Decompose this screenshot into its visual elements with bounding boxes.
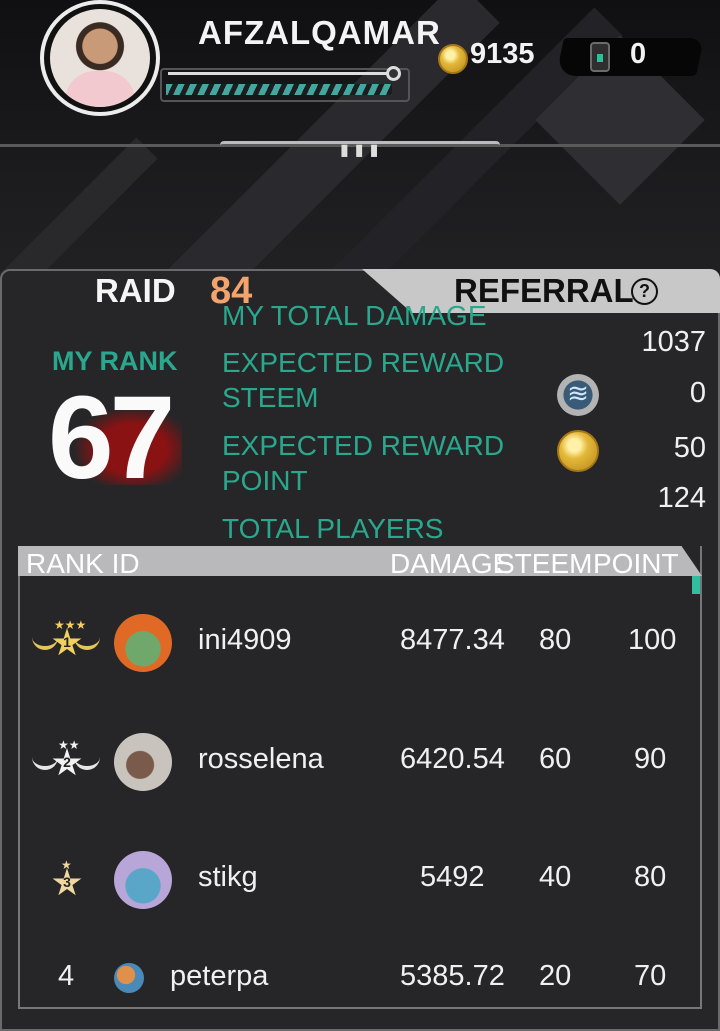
player-id: ini4909 — [198, 624, 292, 656]
coin-count: 9135 — [470, 38, 535, 70]
player-damage: 5385.72 — [400, 960, 505, 992]
player-point: 90 — [634, 743, 667, 775]
player-damage: 5492 — [420, 861, 485, 893]
ticket-icon — [590, 42, 610, 72]
avatar[interactable] — [50, 9, 150, 107]
player-point: 70 — [634, 960, 667, 992]
coin-icon — [438, 44, 468, 74]
total-players-value: 124 — [657, 482, 706, 514]
tab-raid[interactable]: RAID — [95, 272, 176, 310]
player-steem: 40 — [539, 861, 572, 893]
xp-knob — [386, 66, 401, 81]
header-point: POINT — [593, 548, 679, 579]
player-avatar — [114, 963, 144, 993]
point-coin-icon — [557, 430, 599, 472]
player-id: peterpa — [170, 960, 269, 992]
player-avatar — [114, 851, 172, 909]
player-username: AFZALQAMAR — [198, 14, 441, 51]
player-id: rosselena — [198, 743, 324, 775]
player-point: 100 — [628, 624, 677, 656]
header-steem: STEEM — [496, 548, 593, 579]
reward-steem-label-line2: STEEM — [222, 382, 319, 413]
total-players-label: TOTAL PLAYERS — [222, 513, 444, 544]
player-avatar — [114, 614, 172, 672]
reward-point-label-line2: POINT — [222, 465, 308, 496]
xp-progress-bar — [166, 84, 392, 95]
player-steem: 20 — [539, 960, 572, 992]
help-icon[interactable]: ? — [631, 278, 658, 305]
reward-steem-label-line1: EXPECTED REWARD — [222, 347, 505, 378]
reward-point-value: 50 — [673, 432, 706, 464]
player-avatar — [114, 733, 172, 791]
bronze-medal-icon: 3 ★ — [30, 858, 102, 908]
xp-track — [168, 72, 394, 75]
total-damage-value: 1037 — [641, 326, 706, 358]
my-rank-value: 67 — [48, 372, 175, 504]
steem-icon — [557, 374, 599, 416]
table-scrollbar[interactable] — [692, 576, 700, 594]
player-steem: 80 — [539, 624, 572, 656]
gold-medal-icon: 1 ★★★ — [30, 618, 102, 668]
player-rank: 4 — [58, 960, 75, 992]
header-rank-id: RANK ID — [26, 548, 140, 579]
player-damage: 6420.54 — [400, 743, 505, 775]
reward-point-label-line1: EXPECTED REWARD — [222, 430, 505, 461]
player-id: stikg — [198, 861, 258, 893]
player-point: 80 — [634, 861, 667, 893]
header-damage: DAMAGE — [390, 548, 512, 579]
total-damage-label: MY TOTAL DAMAGE — [222, 300, 487, 331]
player-damage: 8477.34 — [400, 624, 505, 656]
ticket-count: 0 — [630, 38, 647, 70]
divider-dots-icon: ▮▮▮ — [340, 142, 385, 159]
silver-medal-icon: 2 ★★ — [30, 738, 102, 788]
reward-steem-value: 0 — [689, 377, 706, 409]
player-steem: 60 — [539, 743, 572, 775]
